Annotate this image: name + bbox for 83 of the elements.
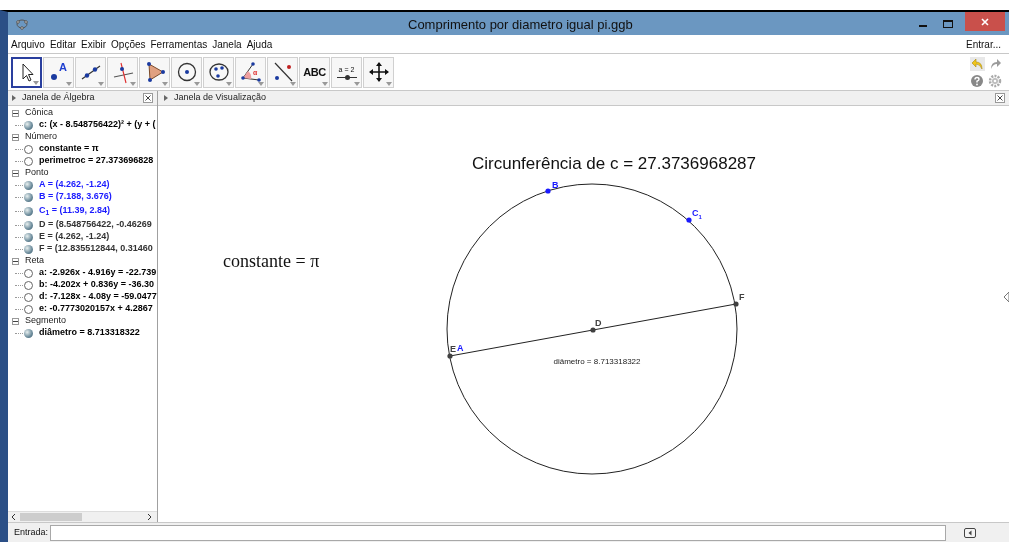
category-label[interactable]: Ponto [25,166,49,180]
collapse-box-icon[interactable] [12,109,19,117]
point[interactable] [590,327,596,333]
visible-toggle[interactable] [24,192,33,202]
menu-item[interactable]: Janela [212,36,242,52]
collapse-icon[interactable] [12,95,16,101]
visible-toggle[interactable] [24,220,33,230]
menu-item[interactable]: Exibir [81,36,107,52]
hidden-toggle[interactable] [24,156,33,166]
algebra-entry[interactable]: A = (4.262, -1.24) [39,178,110,192]
panel-title: Janela de Álgebra [22,91,95,105]
input-field[interactable] [50,524,947,541]
algebra-entry[interactable]: b: -4.202x + 0.836y = -36.30 [39,278,155,292]
menu-item[interactable]: Ferramentas [150,36,208,52]
circumference-caption: Circunferência de c = 27.3736968287 [472,154,756,173]
segment-label: diâmetro = 8.713318322 [553,357,641,366]
close-icon[interactable] [995,93,1005,103]
close-icon [981,17,989,26]
tool-button[interactable]: ABC [299,56,330,88]
visible-toggle[interactable] [24,206,33,216]
hidden-toggle[interactable] [24,280,33,290]
point-label: C$_{1}$ [692,208,702,220]
keyboard-icon[interactable] [964,527,977,538]
maximize-icon[interactable] [943,19,953,28]
help-icon[interactable] [970,73,984,88]
algebra-entry[interactable]: B = (7.188, 3.676) [39,190,112,204]
app-icon [16,17,28,30]
algebra-entry[interactable]: E = (4.262, -1.24) [39,230,110,244]
algebra-entry[interactable]: a: -2.926x - 4.916y = -22.739 [39,266,157,280]
menu-item[interactable]: Arquivo [11,36,45,52]
category-label[interactable]: Cônica [25,106,53,120]
visible-toggle[interactable] [24,244,33,254]
algebra-entry[interactable]: perimetroc = 27.373696828 [39,154,154,168]
close-button[interactable] [965,12,1005,31]
collapse-icon[interactable] [164,95,168,101]
panel-title: Janela de Visualização [174,91,266,105]
point-label: E [450,344,456,354]
hidden-toggle[interactable] [24,268,33,278]
collapse-box-icon[interactable] [12,169,19,177]
point-label: F [739,292,745,302]
login-link[interactable]: Entrar... [966,36,1001,52]
collapse-box-icon[interactable] [12,133,19,141]
scroll-right-icon[interactable] [145,513,153,521]
redo-icon[interactable] [988,56,1003,71]
algebra-entry[interactable]: constante = π [39,142,99,156]
hidden-toggle[interactable] [24,292,33,302]
point-label: D [595,318,602,328]
close-icon[interactable] [143,93,153,103]
algebra-entry[interactable]: F = (12.835512844, 0.31460 [39,242,153,256]
circle-points-icon [206,60,231,84]
hidden-toggle[interactable] [24,144,33,154]
visible-toggle[interactable] [24,232,33,242]
point-label: A [457,343,464,353]
algebra-entry[interactable]: c: (x - 8.548756422)² + (y + ( [39,118,156,132]
scroll-left-icon[interactable] [10,513,18,521]
algebra-entry[interactable]: D = (8.548756422, -0.46269 [39,218,152,232]
visible-toggle[interactable] [24,120,33,130]
horizontal-scrollbar[interactable] [8,511,157,522]
collapse-box-icon[interactable] [12,257,19,265]
point[interactable] [686,217,692,223]
input-label: Entrada: [14,525,49,539]
point[interactable] [447,353,453,359]
menu-item[interactable]: Editar [49,36,77,52]
algebra-entry[interactable]: C$_{1}$ = (11.39, 2.84) [39,204,111,218]
tool-button[interactable] [11,56,42,88]
category-label[interactable]: Número [25,130,57,144]
point-label: B [552,180,559,190]
category-label[interactable]: Reta [25,254,44,268]
menu-item[interactable]: Opções [111,36,146,52]
expand-icon[interactable] [1004,292,1009,302]
algebra-entry[interactable]: d: -7.128x - 4.08y = -59.0477 [39,290,157,304]
visible-toggle[interactable] [24,328,33,338]
algebra-entry[interactable]: e: -0.7773020157x + 4.2867 [39,302,153,316]
formula-text: constante = π [223,251,320,271]
category-label[interactable]: Segmento [25,314,67,328]
collapse-box-icon[interactable] [12,317,19,325]
window-title: Comprimento por diametro igual pi.ggb [408,16,633,34]
point[interactable] [733,301,739,307]
hidden-toggle[interactable] [24,304,33,314]
algebra-entry[interactable]: diâmetro = 8.713318322 [39,326,140,340]
point[interactable] [545,188,551,194]
visible-toggle[interactable] [24,180,33,190]
menu-item[interactable]: Ajuda [246,36,273,52]
